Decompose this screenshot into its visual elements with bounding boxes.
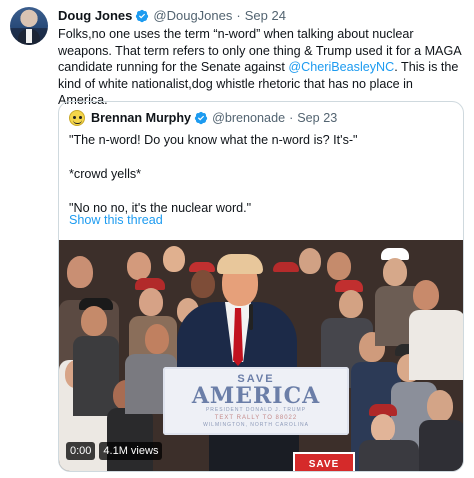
verified-badge-icon: [136, 9, 149, 23]
podium-sign-subtitle: PRESIDENT DONALD J. TRUMP: [205, 407, 307, 413]
show-thread-link[interactable]: Show this thread: [69, 213, 163, 227]
quoted-tweet-date[interactable]: Sep 23: [297, 111, 337, 125]
tweet-date[interactable]: Sep 24: [245, 8, 286, 24]
video-view-count: 4.1M views: [99, 442, 163, 460]
video-timestamp: 0:00: [66, 442, 96, 460]
author-avatar[interactable]: [10, 7, 48, 45]
podium-sign: SAVE AMERICA PRESIDENT DONALD J. TRUMP T…: [163, 367, 349, 435]
quoted-tweet-header: Brennan Murphy @brenonade · Sep 23: [69, 110, 337, 126]
tweet[interactable]: Doug Jones @DougJones · Sep 24 Folks,no …: [0, 0, 474, 478]
speaker-hair: [217, 254, 263, 274]
quoted-header-separator: ·: [289, 111, 294, 125]
verified-badge-icon: [194, 111, 208, 125]
video-stats: 0:00 4.1M views: [66, 442, 163, 460]
podium-sign-rally: TEXT RALLY TO 88022: [214, 415, 298, 421]
quoted-author-name[interactable]: Brennan Murphy: [91, 111, 191, 125]
podium-base: [209, 435, 299, 471]
podium-sign-america: AMERICA: [191, 383, 321, 409]
avatar-shirt: [26, 29, 32, 43]
quoted-author-handle[interactable]: @brenonade: [212, 111, 285, 125]
quoted-author-avatar[interactable]: [69, 110, 85, 126]
quoted-line-1: "The n-word! Do you know what the n-word…: [69, 133, 358, 147]
podium-sign-location: WILMINGTON, NORTH CAROLINA: [203, 422, 309, 428]
tweet-header: Doug Jones @DougJones · Sep 24: [58, 8, 286, 24]
author-handle[interactable]: @DougJones: [153, 8, 232, 24]
mention-link[interactable]: @CheriBeasleyNC: [288, 60, 394, 74]
tweet-text: Folks,no one uses the term “n-word” when…: [58, 26, 464, 109]
header-separator: ·: [236, 8, 241, 23]
quoted-line-2: *crowd yells*: [69, 167, 142, 181]
held-save-sign: SAVE: [293, 452, 355, 471]
author-name[interactable]: Doug Jones: [58, 8, 132, 24]
microphone: [249, 304, 253, 330]
video-player[interactable]: SAVE AMERICA PRESIDENT DONALD J. TRUMP T…: [59, 240, 463, 471]
quoted-tweet[interactable]: Brennan Murphy @brenonade · Sep 23 "The …: [58, 101, 464, 472]
